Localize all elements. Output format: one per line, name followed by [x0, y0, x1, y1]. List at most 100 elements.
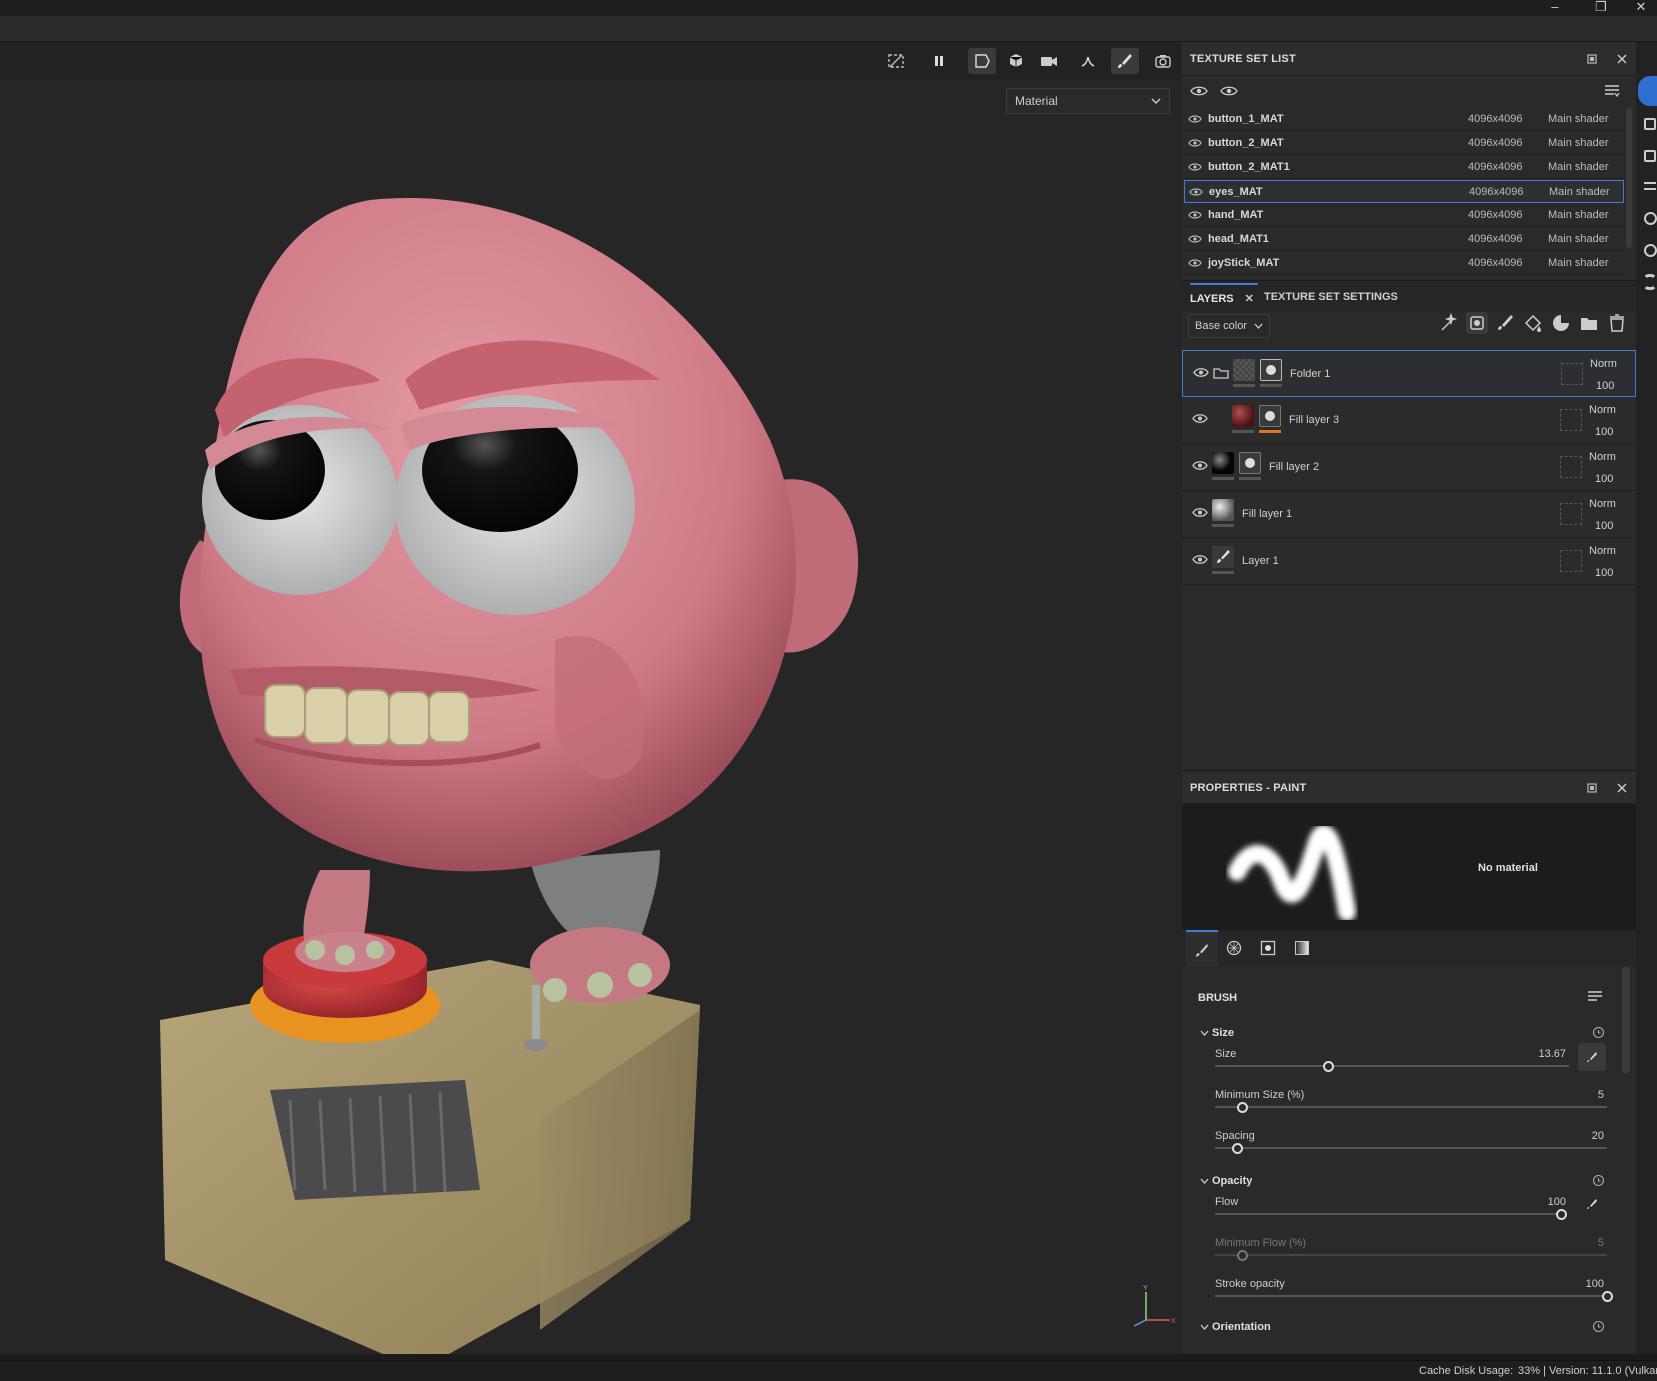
- texture-set-shader[interactable]: Main shader: [1548, 233, 1609, 245]
- texture-set-row[interactable]: button_2_MAT1 4096x4096 Main shader: [1184, 156, 1624, 179]
- eye-icon[interactable]: [1188, 210, 1202, 220]
- display-settings-icon[interactable]: [1644, 118, 1656, 130]
- material-tab-icon[interactable]: [1294, 940, 1310, 956]
- spacing-slider-handle[interactable]: [1231, 1143, 1243, 1154]
- layer-name[interactable]: Fill layer 1: [1242, 508, 1292, 520]
- 3d-viewport[interactable]: Material Y X: [0, 42, 1182, 1354]
- chevron-down-icon[interactable]: [1200, 1324, 1209, 1331]
- texture-set-shader[interactable]: Main shader: [1548, 161, 1609, 173]
- pen-pressure-icon[interactable]: [1586, 1198, 1598, 1210]
- opacity-value[interactable]: 100: [1595, 567, 1613, 579]
- texture-set-shader[interactable]: Main shader: [1548, 113, 1609, 125]
- preset-menu-icon[interactable]: [1587, 990, 1603, 1004]
- shelf-icon[interactable]: [1644, 182, 1656, 190]
- size-slider-handle[interactable]: [1323, 1061, 1335, 1072]
- add-mask-icon[interactable]: [1466, 312, 1488, 334]
- close-panel-icon[interactable]: [1614, 780, 1630, 796]
- add-paint-layer-icon[interactable]: [1494, 312, 1516, 334]
- close-panel-icon[interactable]: [1614, 51, 1630, 67]
- pause-icon[interactable]: [925, 48, 953, 74]
- opacity-value[interactable]: 100: [1595, 473, 1613, 485]
- chevron-down-icon[interactable]: [1200, 1030, 1209, 1037]
- add-effect-icon[interactable]: [1438, 312, 1460, 334]
- texture-set-row[interactable]: head_MAT1 4096x4096 Main shader: [1184, 228, 1624, 251]
- spacing-slider[interactable]: [1215, 1143, 1607, 1154]
- reset-icon[interactable]: [1592, 1174, 1605, 1187]
- stroke-opacity-slider-handle[interactable]: [1602, 1291, 1613, 1302]
- layer-name[interactable]: Fill layer 3: [1289, 414, 1339, 426]
- texture-set-shader[interactable]: Main shader: [1548, 137, 1609, 149]
- symmetry-icon[interactable]: [1074, 48, 1102, 74]
- stencil-tab-icon[interactable]: [1260, 940, 1276, 956]
- eye-icon[interactable]: [1192, 507, 1208, 518]
- eye-icon[interactable]: [1188, 138, 1202, 148]
- spacing-value[interactable]: 20: [1592, 1130, 1604, 1142]
- properties-scrollbar[interactable]: [1622, 967, 1630, 1073]
- eye-icon[interactable]: [1188, 258, 1202, 268]
- layer-row-fill-layer-2[interactable]: Fill layer 2 Norm 100: [1182, 444, 1636, 491]
- tab-layers[interactable]: LAYERS ✕: [1190, 283, 1258, 311]
- delete-icon[interactable]: [1606, 312, 1628, 334]
- undock-icon[interactable]: [1584, 51, 1600, 67]
- display-cube-icon[interactable]: [1002, 48, 1030, 74]
- bakers-icon[interactable]: [1644, 212, 1657, 225]
- opacity-value[interactable]: 100: [1596, 380, 1614, 392]
- texture-set-row[interactable]: hand_MAT 4096x4096 Main shader: [1184, 204, 1624, 227]
- add-fill-layer-icon[interactable]: [1522, 312, 1544, 334]
- texture-set-row[interactable]: joyStick_MAT 4096x4096 Main shader: [1184, 252, 1624, 275]
- blend-mode-select[interactable]: Norm: [1589, 498, 1616, 510]
- blend-mode-select[interactable]: Norm: [1590, 358, 1617, 370]
- eye-icon[interactable]: [1220, 84, 1238, 98]
- screenshot-camera-icon[interactable]: [1149, 48, 1177, 74]
- texture-set-row-selected[interactable]: eyes_MAT 4096x4096 Main shader: [1184, 180, 1624, 203]
- history-icon[interactable]: [1644, 244, 1657, 257]
- tab-brush[interactable]: [1186, 930, 1218, 966]
- close-tab-icon[interactable]: ✕: [1245, 293, 1254, 305]
- layer-row-fill-layer-1[interactable]: Fill layer 1 Norm 100: [1182, 491, 1636, 538]
- blend-mode-select[interactable]: Norm: [1589, 404, 1616, 416]
- flow-slider[interactable]: [1215, 1209, 1567, 1220]
- texture-set-scrollbar[interactable]: [1626, 108, 1632, 248]
- eye-icon[interactable]: [1193, 367, 1209, 378]
- stroke-opacity-value[interactable]: 100: [1586, 1278, 1604, 1290]
- flow-value[interactable]: 100: [1548, 1196, 1566, 1208]
- substance-icon[interactable]: [1643, 274, 1657, 290]
- texture-set-row[interactable]: button_1_MAT 4096x4096 Main shader: [1184, 108, 1624, 131]
- mask-icon[interactable]: [1239, 452, 1261, 474]
- eye-icon[interactable]: [1188, 114, 1202, 124]
- texture-set-row[interactable]: button_2_MAT 4096x4096 Main shader: [1184, 132, 1624, 155]
- camera-icon[interactable]: [1034, 48, 1062, 74]
- log-icon[interactable]: [1644, 150, 1656, 162]
- restore-icon[interactable]: ❐: [1586, 0, 1616, 16]
- min-size-slider-handle[interactable]: [1237, 1102, 1249, 1113]
- alpha-tab-icon[interactable]: [1226, 940, 1242, 956]
- texture-set-shader[interactable]: Main shader: [1549, 186, 1610, 198]
- min-size-value[interactable]: 5: [1598, 1089, 1604, 1101]
- eye-icon[interactable]: [1188, 162, 1202, 172]
- pen-pressure-button[interactable]: [1578, 1043, 1606, 1071]
- smart-material-icon[interactable]: [1550, 312, 1572, 334]
- undock-icon[interactable]: [1584, 780, 1600, 796]
- view-mode-select[interactable]: Material: [1006, 88, 1170, 114]
- paint-brush-icon[interactable]: [1111, 48, 1139, 74]
- mask-icon[interactable]: [1259, 405, 1281, 427]
- mask-icon[interactable]: [1260, 359, 1282, 381]
- list-menu-icon[interactable]: [1604, 84, 1620, 98]
- size-value[interactable]: 13.67: [1538, 1048, 1566, 1060]
- hide-ui-icon[interactable]: [882, 48, 910, 74]
- eye-icon[interactable]: [1192, 413, 1208, 424]
- visibility-sync-icon[interactable]: [1190, 84, 1208, 98]
- orientation-group-title[interactable]: Orientation: [1212, 1321, 1271, 1333]
- reset-icon[interactable]: [1592, 1320, 1605, 1333]
- layer-name[interactable]: Fill layer 2: [1269, 461, 1319, 473]
- eye-icon[interactable]: [1189, 187, 1203, 197]
- min-size-slider[interactable]: [1215, 1102, 1607, 1113]
- eye-icon[interactable]: [1192, 554, 1208, 565]
- export-icon[interactable]: [1638, 76, 1657, 106]
- channel-select[interactable]: Base color: [1188, 314, 1270, 338]
- layer-row-folder-1[interactable]: Folder 1 Norm 100: [1182, 350, 1636, 397]
- blend-mode-select[interactable]: Norm: [1589, 545, 1616, 557]
- layer-row-fill-layer-3[interactable]: Fill layer 3 Norm 100: [1182, 397, 1636, 444]
- texture-set-shader[interactable]: Main shader: [1548, 209, 1609, 221]
- layer-row-layer-1[interactable]: Layer 1 Norm 100: [1182, 538, 1636, 585]
